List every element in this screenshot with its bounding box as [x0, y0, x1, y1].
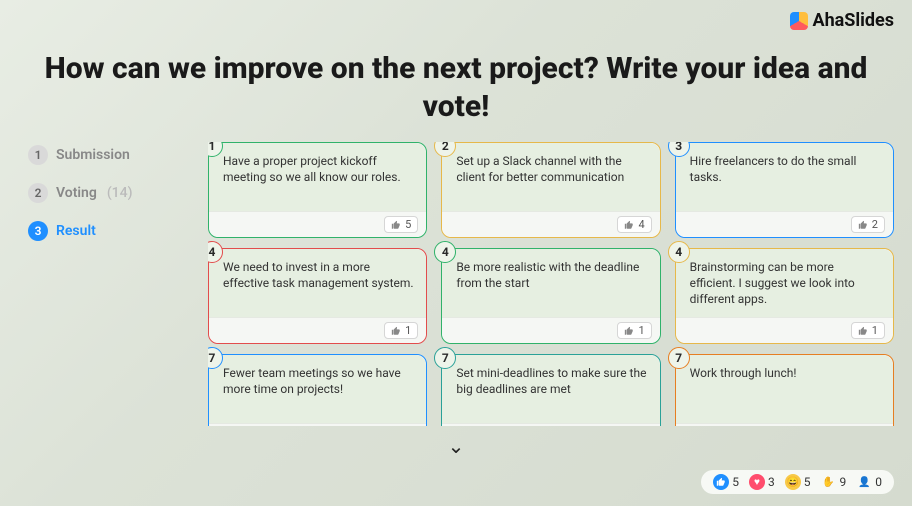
thumbs-up-icon [858, 326, 868, 336]
brand-logo-icon [790, 12, 808, 30]
idea-text: Set mini-deadlines to make sure the big … [442, 355, 659, 423]
react-count: 9 [840, 475, 847, 489]
expand-button[interactable]: ⌄ [448, 434, 465, 458]
card-footer [442, 423, 659, 426]
step-count: (14) [107, 185, 133, 201]
vote-button[interactable]: 5 [384, 216, 418, 233]
vote-count: 1 [872, 324, 878, 337]
react-count: 0 [875, 475, 882, 489]
step-label: Result [56, 223, 96, 239]
idea-text: Be more realistic with the deadline from… [442, 249, 659, 317]
card-footer [209, 423, 426, 426]
heart-icon: ♥ [749, 474, 765, 490]
idea-text: Fewer team meetings so we have more time… [209, 355, 426, 423]
react-like[interactable]: 5 [713, 474, 739, 490]
card-footer: 1 [676, 317, 893, 343]
user-icon: 👤 [856, 474, 872, 490]
vote-count: 5 [405, 218, 411, 231]
vote-button[interactable]: 1 [617, 322, 651, 339]
card-footer: 1 [209, 317, 426, 343]
idea-text: Set up a Slack channel with the client f… [442, 143, 659, 211]
card-footer: 2 [676, 211, 893, 237]
step-label: Submission [56, 147, 130, 163]
page-title: How can we improve on the next project? … [0, 50, 912, 125]
idea-text: Have a proper project kickoff meeting so… [209, 143, 426, 211]
react-count: 3 [768, 475, 775, 489]
idea-card[interactable]: 7Work through lunch! [675, 354, 894, 426]
sidebar: 1 Submission 2 Voting (14) 3 Result [28, 145, 178, 259]
idea-card[interactable]: 3Hire freelancers to do the small tasks.… [675, 142, 894, 238]
react-hand[interactable]: ✋ 9 [821, 474, 847, 490]
thumbs-up-icon [624, 326, 634, 336]
vote-button[interactable]: 1 [851, 322, 885, 339]
thumbs-up-icon [858, 220, 868, 230]
step-num: 2 [28, 183, 48, 203]
vote-button[interactable]: 1 [384, 322, 418, 339]
rank-badge: 4 [668, 241, 690, 263]
step-voting[interactable]: 2 Voting (14) [28, 183, 178, 203]
step-submission[interactable]: 1 Submission [28, 145, 178, 165]
vote-count: 4 [638, 218, 644, 231]
hand-icon: ✋ [821, 474, 837, 490]
vote-count: 1 [405, 324, 411, 337]
vote-count: 1 [638, 324, 644, 337]
react-laugh[interactable]: 😄 5 [785, 474, 811, 490]
card-footer: 1 [442, 317, 659, 343]
idea-card[interactable]: 1Have a proper project kickoff meeting s… [208, 142, 427, 238]
step-num: 3 [28, 221, 48, 241]
react-heart[interactable]: ♥ 3 [749, 474, 775, 490]
vote-button[interactable]: 2 [851, 216, 885, 233]
idea-card[interactable]: 7Set mini-deadlines to make sure the big… [441, 354, 660, 426]
react-user[interactable]: 👤 0 [856, 474, 882, 490]
idea-text: We need to invest in a more effective ta… [209, 249, 426, 317]
brand: AhaSlides [790, 10, 894, 31]
thumbs-up-icon [624, 220, 634, 230]
card-footer [676, 423, 893, 426]
card-footer: 5 [209, 211, 426, 237]
step-result[interactable]: 3 Result [28, 221, 178, 241]
idea-card[interactable]: 7Fewer team meetings so we have more tim… [208, 354, 427, 426]
thumbs-up-icon [391, 220, 401, 230]
laugh-icon: 😄 [785, 474, 801, 490]
idea-text: Work through lunch! [676, 355, 893, 423]
reactions-bar: 5 ♥ 3 😄 5 ✋ 9 👤 0 [701, 470, 894, 494]
step-label: Voting [56, 185, 97, 201]
thumbs-up-icon [391, 326, 401, 336]
step-num: 1 [28, 145, 48, 165]
vote-count: 2 [872, 218, 878, 231]
chevron-down-icon: ⌄ [448, 434, 465, 458]
idea-card[interactable]: 4We need to invest in a more effective t… [208, 248, 427, 344]
idea-text: Brainstorming can be more efficient. I s… [676, 249, 893, 317]
rank-badge: 7 [668, 347, 690, 369]
thumbs-up-icon [713, 474, 729, 490]
card-footer: 4 [442, 211, 659, 237]
idea-grid: 1 Have a proper project kickoff meeting s… [208, 142, 894, 426]
idea-card[interactable]: 4Be more realistic with the deadline fro… [441, 248, 660, 344]
vote-button[interactable]: 4 [617, 216, 651, 233]
brand-name: AhaSlides [812, 10, 894, 31]
react-count: 5 [732, 475, 739, 489]
idea-text: Hire freelancers to do the small tasks. [676, 143, 893, 211]
react-count: 5 [804, 475, 811, 489]
idea-card[interactable]: 2Set up a Slack channel with the client … [441, 142, 660, 238]
idea-card[interactable]: 4Brainstorming can be more efficient. I … [675, 248, 894, 344]
